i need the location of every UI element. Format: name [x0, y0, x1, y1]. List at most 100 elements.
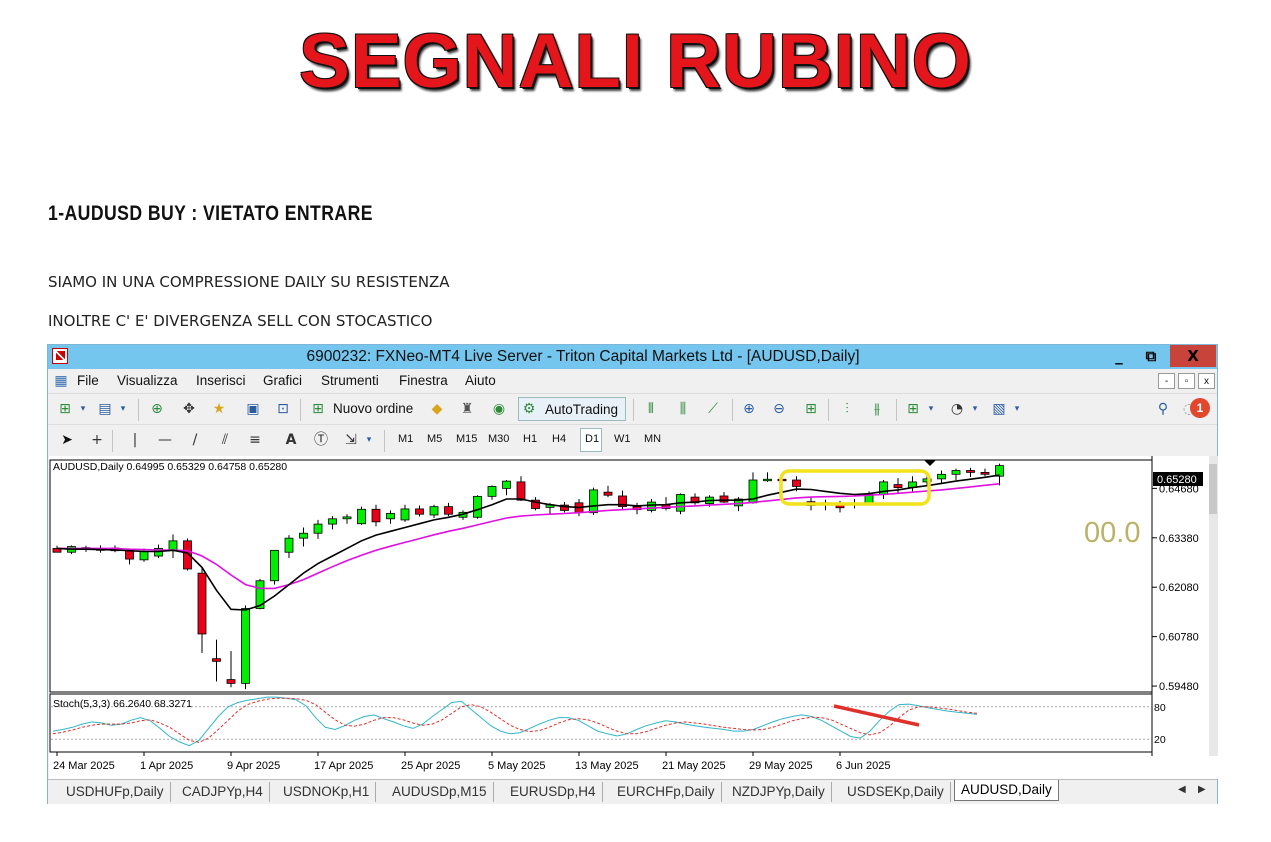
candle [270, 549, 279, 582]
timeframe-d1: D1 [585, 433, 600, 445]
new-order-icon[interactable]: ⊞ [309, 400, 327, 418]
tab-usdhufp-daily[interactable]: USDHUFp,Daily [60, 782, 171, 802]
menu-file[interactable]: File [77, 373, 99, 388]
autotrading-button[interactable]: ⚙ AutoTrading [518, 397, 626, 421]
chart-shift-marker [924, 460, 936, 466]
candle [589, 489, 598, 514]
timeframe-h1[interactable]: H1 [523, 433, 537, 445]
candle [937, 473, 946, 480]
tab-usdnokp-h1[interactable]: USDNOKp,H1 [277, 782, 377, 802]
profiles-icon[interactable]: ▤ [96, 400, 114, 418]
tab-scroll-left-icon[interactable]: ◀ [1178, 784, 1186, 795]
candlestick-icon[interactable]: ⫼ [674, 400, 692, 418]
symbol-header: AUDUSD,Daily 0.64995 0.65329 0.64758 0.6… [53, 461, 287, 473]
market-watch-icon[interactable]: ⊕ [148, 400, 166, 418]
mt4-window: 6900232: FXNeo-MT4 Live Server - Triton … [47, 344, 1218, 804]
candle [444, 506, 453, 515]
search-icon[interactable]: ⚲ [1154, 400, 1172, 418]
new-chart-dropdown-icon[interactable]: ▾ [74, 400, 92, 418]
indicators-icon[interactable]: ⊞ [904, 400, 922, 418]
x-tick-label: 17 Apr 2025 [314, 760, 373, 772]
templates-icon[interactable]: ▧ [990, 400, 1008, 418]
chart-menu-icon[interactable]: ▦ [52, 372, 70, 390]
restore-button[interactable]: ⧉ [1136, 345, 1166, 367]
candle [342, 516, 352, 520]
tab-eurchfp-daily[interactable]: EURCHFp,Daily [611, 782, 722, 802]
window-titlebar[interactable]: 6900232: FXNeo-MT4 Live Server - Triton … [48, 345, 1217, 369]
periods-dropdown-icon[interactable]: ▾ [966, 400, 984, 418]
drawing-toolbar: ➤ + | — / ⫽ ≡ A Ⓣ ⇲ ▾ M1 M5 M15 M30 H1 H… [48, 424, 1217, 455]
favorites-folder-icon[interactable]: ★ [210, 400, 228, 418]
text-tool-icon[interactable]: A [282, 431, 300, 449]
profiles-dropdown-icon[interactable]: ▾ [114, 400, 132, 418]
menu-visualizza[interactable]: Visualizza [117, 373, 178, 388]
timeframe-h4[interactable]: H4 [552, 433, 566, 445]
timeframe-m30[interactable]: M30 [488, 433, 509, 445]
mdi-minimize-button[interactable]: - [1158, 373, 1175, 389]
trendline-icon[interactable]: / [186, 431, 204, 449]
tab-cadjpyp-h4[interactable]: CADJPYp,H4 [176, 782, 270, 802]
tile-windows-icon[interactable]: ⊞ [802, 400, 820, 418]
strategy-tester-icon[interactable]: ⊡ [274, 400, 292, 418]
candle [386, 513, 395, 520]
timeframe-mn[interactable]: MN [644, 433, 661, 445]
tab-audusdp-m15[interactable]: AUDUSDp,M15 [386, 782, 494, 802]
menu-aiuto[interactable]: Aiuto [465, 373, 496, 388]
indicators-dropdown-icon[interactable]: ▾ [922, 400, 940, 418]
tab-usdsekp-daily[interactable]: USDSEKp,Daily [841, 782, 951, 802]
candle [502, 480, 511, 489]
tab-eurusdp-h4[interactable]: EURUSDp,H4 [504, 782, 603, 802]
periods-icon[interactable]: ◔ [948, 400, 966, 418]
mdi-close-button[interactable]: x [1198, 373, 1215, 389]
x-tick-label: 21 May 2025 [662, 760, 726, 772]
tab-scroll-right-icon[interactable]: ▶ [1198, 784, 1206, 795]
arrows-icon[interactable]: ⇲ [342, 431, 360, 449]
line-chart-icon[interactable]: ⟋ [704, 400, 722, 418]
candle [487, 486, 497, 497]
tab-nzdjpyp-daily[interactable]: NZDJPYp,Daily [726, 782, 832, 802]
menu-grafici[interactable]: Grafici [263, 373, 302, 388]
new-order-button[interactable]: Nuovo ordine [333, 401, 413, 416]
terminal-icon[interactable]: ♜ [458, 400, 476, 418]
arrows-dropdown-icon[interactable]: ▾ [360, 431, 378, 449]
menu-inserisci[interactable]: Inserisci [196, 373, 246, 388]
equidistant-channel-icon[interactable]: ⫽ [216, 431, 234, 449]
timeframe-d1-active[interactable]: D1 [580, 428, 602, 452]
navigator-crosshair-icon[interactable]: ✥ [180, 400, 198, 418]
cursor-icon[interactable]: ➤ [58, 431, 76, 449]
chart-shift-icon[interactable]: ⫵ [868, 400, 886, 418]
signals-icon[interactable]: ◉ [490, 400, 508, 418]
autoscroll-icon[interactable]: ⫶ [838, 400, 856, 418]
vertical-line-icon[interactable]: | [126, 431, 144, 449]
horizontal-line-icon[interactable]: — [156, 431, 174, 449]
zoom-out-icon[interactable]: ⊖ [770, 400, 788, 418]
metaeditor-icon[interactable]: ◆ [428, 400, 446, 418]
x-tick-label: 9 Apr 2025 [227, 760, 280, 772]
fibonacci-icon[interactable]: ≡ [246, 431, 264, 449]
text-label-icon[interactable]: Ⓣ [312, 431, 330, 449]
new-chart-icon[interactable]: ⊞ [56, 400, 74, 418]
mdi-restore-button[interactable]: ▫ [1178, 373, 1195, 389]
timeframe-w1[interactable]: W1 [614, 433, 631, 445]
data-window-icon[interactable]: ▣ [244, 400, 262, 418]
templates-dropdown-icon[interactable]: ▾ [1008, 400, 1026, 418]
menu-finestra[interactable]: Finestra [399, 373, 448, 388]
close-button[interactable]: X [1170, 345, 1216, 367]
zoom-in-icon[interactable]: ⊕ [740, 400, 758, 418]
menu-strumenti[interactable]: Strumenti [321, 373, 379, 388]
timeframe-m1[interactable]: M1 [398, 433, 413, 445]
y-tick-label: 0.59480 [1159, 681, 1199, 693]
stoch-level-label: 80 [1154, 702, 1166, 714]
candle [516, 481, 526, 501]
bar-chart-icon[interactable]: ⫴ [642, 400, 660, 418]
timeframe-m15[interactable]: M15 [456, 433, 477, 445]
tab-audusd-daily[interactable]: AUDUSD,Daily [954, 780, 1059, 801]
x-tick-label: 13 May 2025 [575, 760, 639, 772]
timeframe-m5[interactable]: M5 [427, 433, 442, 445]
minimize-button[interactable]: _ [1104, 345, 1134, 367]
crosshair-icon[interactable]: + [88, 431, 106, 449]
price-chart[interactable]: 8020 0.646800.633800.620800.607800.59480… [49, 456, 1218, 779]
x-tick-label: 25 Apr 2025 [401, 760, 460, 772]
autotrading-icon: ⚙ [522, 401, 536, 417]
notification-badge[interactable]: 1 [1190, 398, 1210, 418]
